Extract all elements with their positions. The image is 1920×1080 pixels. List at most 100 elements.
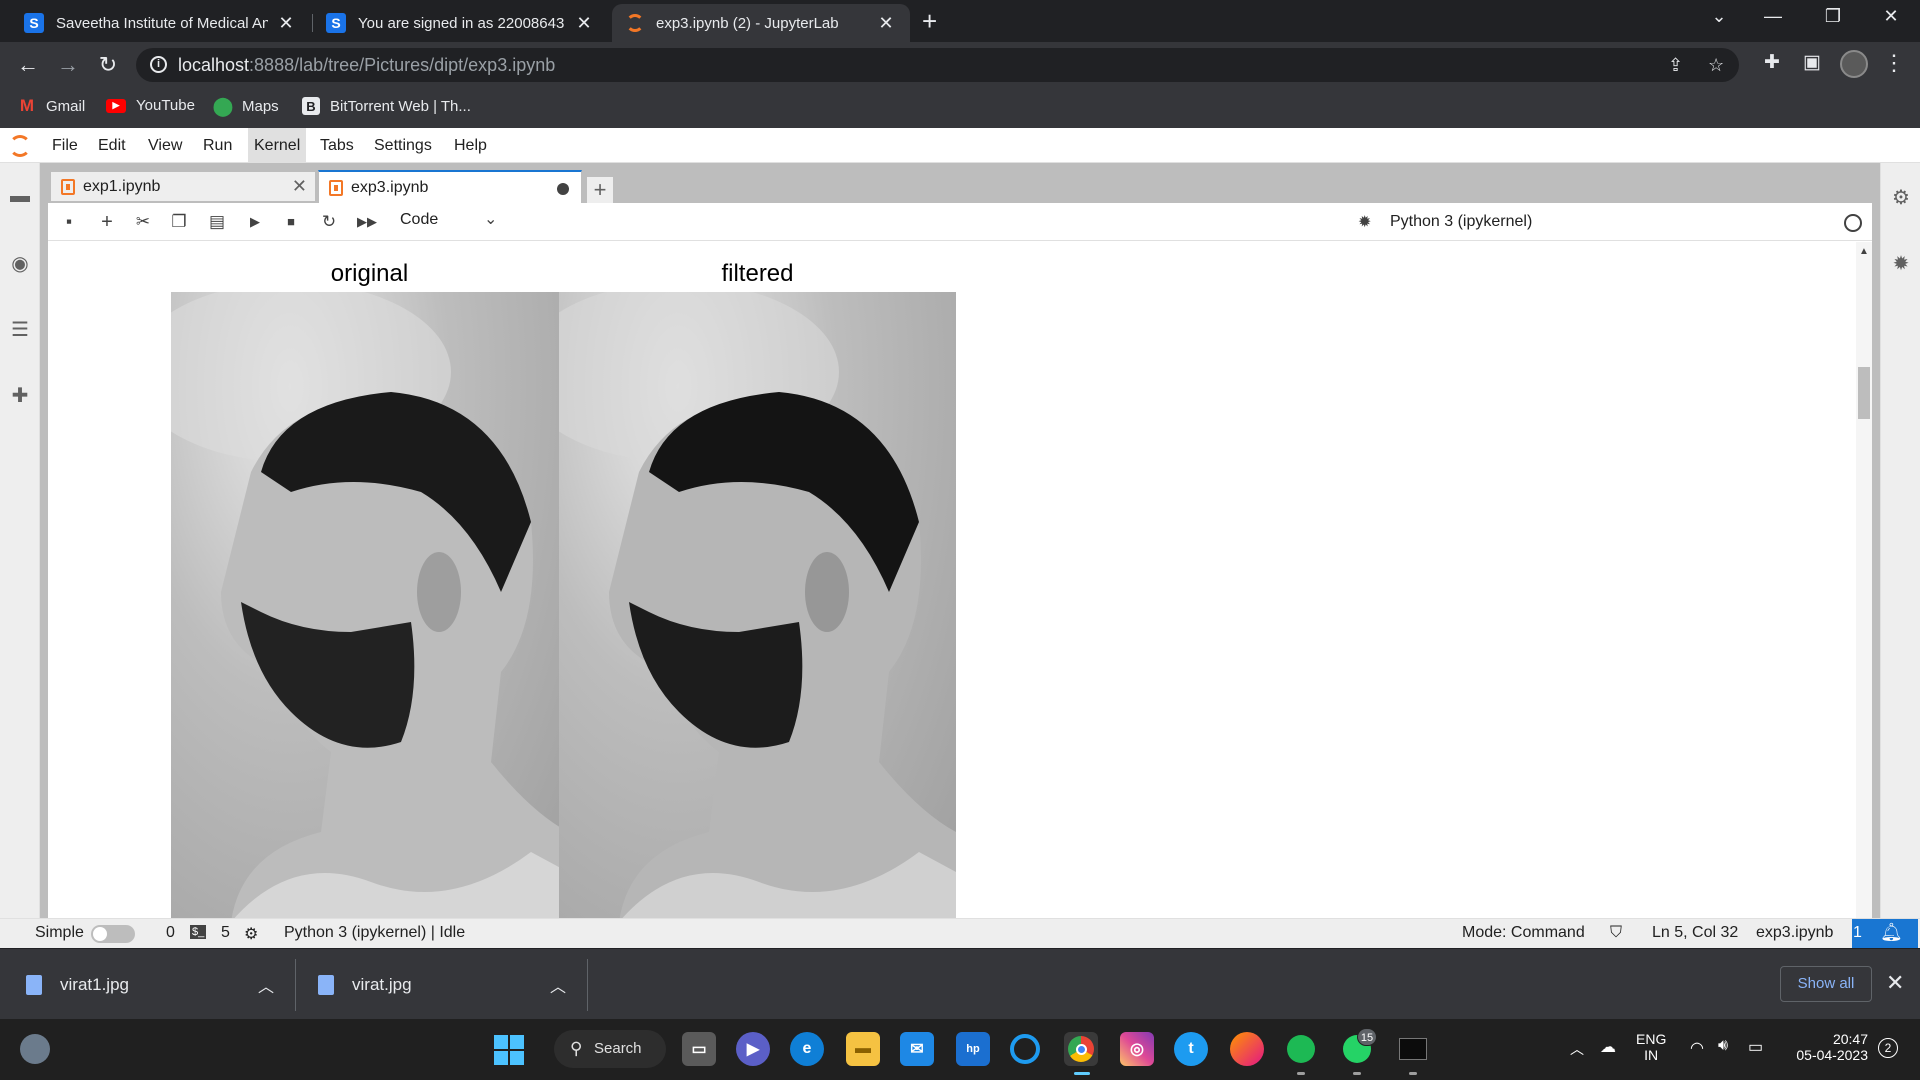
close-icon[interactable]: ✕ (292, 176, 307, 197)
mail-icon[interactable]: ✉ (900, 1032, 934, 1066)
restart-run-all-icon[interactable]: ▶▶ (356, 211, 378, 233)
unsaved-changes-dot-icon[interactable] (557, 183, 569, 195)
bookmark-bittorrent[interactable]: B BitTorrent Web | Th... (302, 97, 471, 115)
myhp-icon[interactable]: hp (956, 1032, 990, 1066)
debugger-bug-icon[interactable]: ✹ (1358, 212, 1371, 232)
bookmark-star-icon[interactable]: ☆ (1708, 55, 1724, 76)
menu-edit[interactable]: Edit (92, 128, 132, 163)
kernel-gear-icon[interactable]: ⚙ (244, 924, 258, 944)
taskbar-search[interactable]: ⚲ Search (554, 1030, 666, 1068)
close-tab-icon[interactable]: ✕ (276, 13, 296, 34)
notification-center-badge[interactable]: 2 (1878, 1038, 1898, 1058)
close-download-shelf-icon[interactable]: ✕ (1886, 970, 1904, 996)
show-all-downloads-button[interactable]: Show all (1780, 966, 1872, 1002)
cortana-icon[interactable] (1010, 1034, 1040, 1064)
terminal-count[interactable]: 0 (166, 924, 175, 942)
cut-scissors-icon[interactable]: ✂ (132, 211, 154, 233)
kernel-count[interactable]: 5 (221, 924, 230, 942)
terminal-app-icon[interactable] (1396, 1032, 1430, 1075)
chevron-up-icon[interactable]: ︿ (258, 973, 274, 997)
extensions-puzzle-icon[interactable]: ✚ (1758, 51, 1786, 74)
windows-start-icon[interactable] (494, 1035, 524, 1065)
restore-icon[interactable]: ❐ (1818, 6, 1848, 27)
menu-kernel[interactable]: Kernel (248, 128, 307, 163)
notebook-scrollbar[interactable]: ▲ ▼ (1856, 242, 1872, 948)
more-menu-icon[interactable]: ⋮ (1880, 50, 1908, 76)
minimize-icon[interactable]: — (1758, 6, 1788, 27)
show-hidden-icons-chevron-icon[interactable]: ︿ (1570, 1039, 1584, 1059)
doc-tab-exp1[interactable]: exp1.ipynb ✕ (50, 171, 316, 202)
insert-cell-plus-icon[interactable]: + (96, 211, 118, 233)
trusted-shield-icon[interactable]: ⛉ (1610, 924, 1622, 942)
bookmark-youtube[interactable]: ▶ YouTube (106, 97, 195, 114)
terminal-icon[interactable]: $_ (190, 925, 207, 939)
debugger-bug-icon[interactable]: ✹ (1889, 251, 1913, 275)
new-tab-button[interactable]: + (922, 6, 937, 37)
run-cell-icon[interactable]: ▶ (244, 211, 266, 233)
edge-icon[interactable]: e (790, 1032, 824, 1066)
scrollbar-thumb[interactable] (1858, 367, 1870, 419)
side-panel-icon[interactable]: ▣ (1798, 51, 1826, 74)
close-window-icon[interactable]: ✕ (1876, 6, 1906, 27)
instagram-icon[interactable]: ◎ (1120, 1032, 1154, 1066)
menu-help[interactable]: Help (448, 128, 493, 163)
running-sessions-icon[interactable]: ◉ (8, 251, 32, 275)
teams-chat-icon[interactable]: ▶ (736, 1032, 770, 1066)
spotify-icon[interactable] (1284, 1032, 1318, 1075)
weather-widget-icon[interactable] (20, 1034, 50, 1064)
file-explorer-icon[interactable]: ▬ (846, 1032, 880, 1066)
close-tab-icon[interactable]: ✕ (876, 13, 896, 34)
onedrive-cloud-icon[interactable]: ☁ (1600, 1037, 1616, 1057)
wifi-icon[interactable]: ◠ (1690, 1038, 1704, 1058)
browser-tab-signed-in[interactable]: S You are signed in as 22008643 ✕ (312, 4, 608, 42)
cursor-position[interactable]: Ln 5, Col 32 (1652, 924, 1738, 942)
table-of-contents-icon[interactable]: ☰ (8, 317, 32, 341)
simple-mode-toggle[interactable] (91, 925, 135, 943)
input-language-indicator[interactable]: ENG IN (1636, 1031, 1666, 1063)
tab-search-chevron-icon[interactable]: ⌄ (1704, 6, 1734, 27)
menu-file[interactable]: File (46, 128, 84, 163)
menu-settings[interactable]: Settings (368, 128, 438, 163)
download-item-virat[interactable]: virat.jpg ︿ (318, 949, 574, 1020)
paste-clipboard-icon[interactable]: ▤ (206, 211, 228, 233)
back-arrow-icon[interactable]: ← (14, 52, 42, 78)
save-icon[interactable]: ▪ (58, 211, 80, 233)
restart-kernel-icon[interactable]: ↻ (318, 211, 340, 233)
close-tab-icon[interactable]: ✕ (574, 13, 594, 34)
chrome-icon[interactable] (1064, 1032, 1098, 1075)
browser-tab-jupyterlab[interactable]: exp3.ipynb (2) - JupyterLab ✕ (612, 4, 910, 42)
scroll-up-arrow-icon[interactable]: ▲ (1859, 246, 1869, 257)
task-view-icon[interactable]: ▭ (682, 1032, 716, 1066)
property-inspector-gears-icon[interactable]: ⚙ (1889, 185, 1913, 209)
doc-tab-exp3[interactable]: exp3.ipynb (318, 170, 582, 203)
cell-type-select[interactable]: Code (400, 211, 438, 229)
address-bar[interactable]: i localhost:8888/lab/tree/Pictures/dipt/… (136, 48, 1739, 82)
site-info-icon[interactable]: i (150, 56, 167, 73)
forward-arrow-icon[interactable]: → (54, 52, 82, 78)
clock[interactable]: 20:47 05-04-2023 (1786, 1031, 1868, 1063)
notifications-button[interactable]: 1 🔔︎ (1852, 919, 1918, 949)
profile-avatar[interactable] (1840, 50, 1868, 78)
extensions-puzzle-icon[interactable]: ✚ (8, 383, 32, 407)
kernel-status-text[interactable]: Python 3 (ipykernel) | Idle (284, 924, 465, 942)
browser-tab-saveetha[interactable]: S Saveetha Institute of Medical And ✕ (10, 4, 310, 42)
volume-icon[interactable]: 🔊︎ (1718, 1037, 1728, 1055)
firefox-icon[interactable] (1230, 1032, 1264, 1066)
chevron-down-icon[interactable]: ⌄ (484, 209, 497, 229)
add-launcher-button[interactable]: + (586, 176, 614, 204)
menu-view[interactable]: View (142, 128, 188, 163)
twitter-icon[interactable]: t (1174, 1032, 1208, 1066)
copy-icon[interactable]: ❐ (168, 211, 190, 233)
bookmark-gmail[interactable]: M Gmail (18, 96, 85, 115)
reload-icon[interactable]: ↻ (94, 52, 122, 78)
bookmark-maps[interactable]: ⬤ Maps (213, 96, 279, 116)
chevron-up-icon[interactable]: ︿ (550, 973, 566, 997)
download-item-virat1[interactable]: virat1.jpg ︿ (26, 949, 282, 1020)
battery-icon[interactable]: ▭ (1748, 1037, 1763, 1057)
kernel-name-button[interactable]: Python 3 (ipykernel) (1390, 213, 1532, 231)
share-icon[interactable]: ⇪ (1668, 55, 1683, 76)
url-text[interactable]: localhost:8888/lab/tree/Pictures/dipt/ex… (178, 55, 555, 76)
interrupt-stop-icon[interactable]: ■ (280, 211, 302, 233)
folder-icon[interactable]: ▬ (8, 185, 32, 209)
menu-run[interactable]: Run (197, 128, 238, 163)
